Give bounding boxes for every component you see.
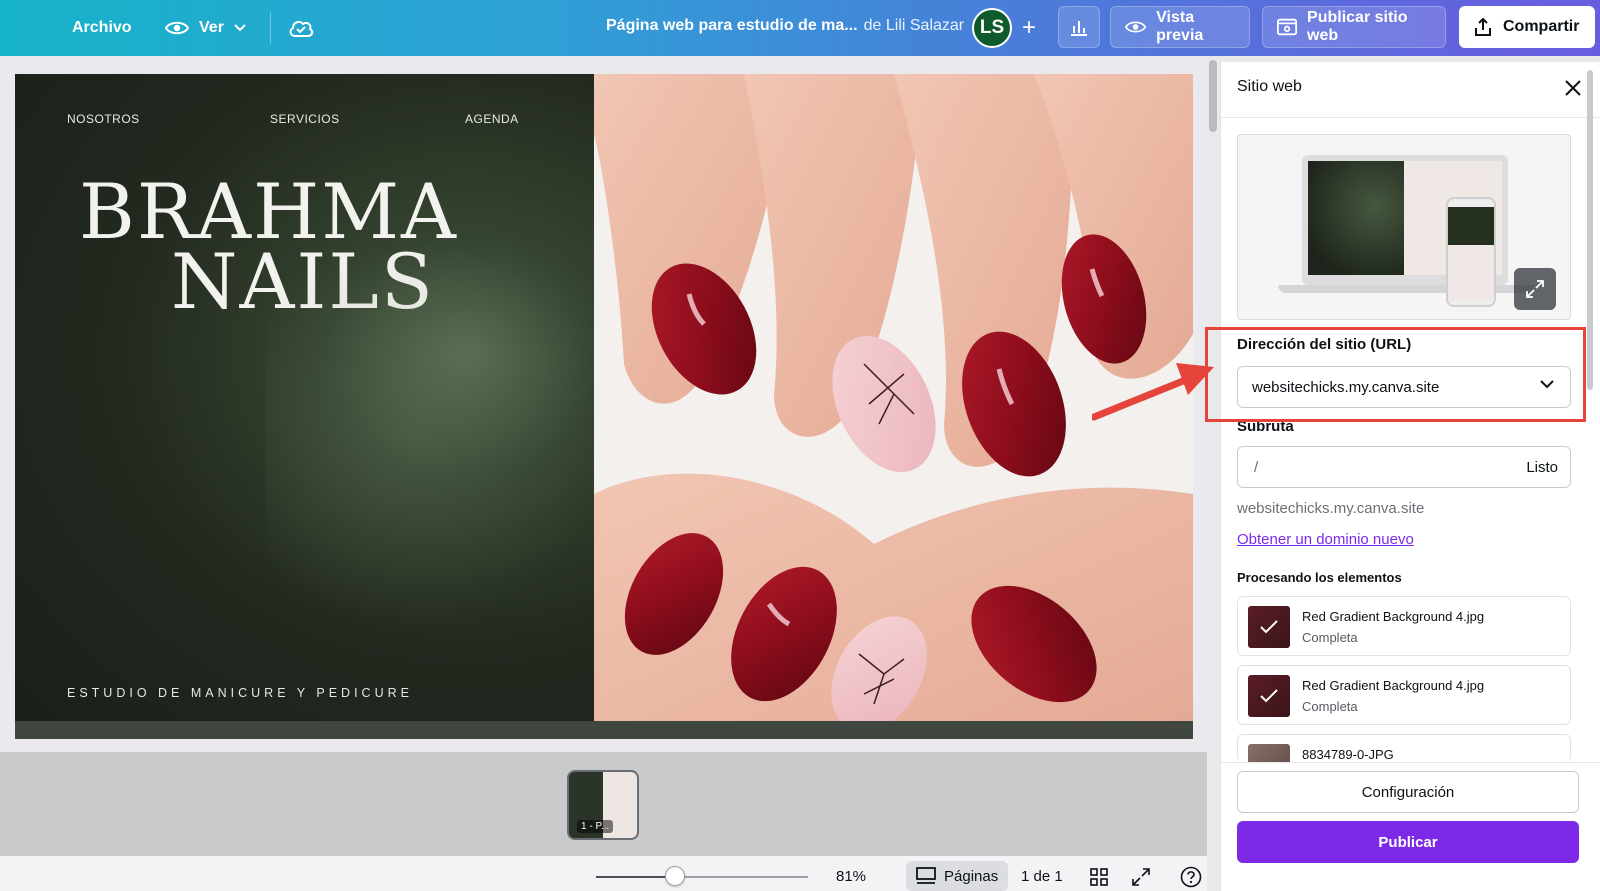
cloud-check-icon [289, 20, 314, 37]
design-page[interactable]: NOSOTROS SERVICIOS AGENDA BRAHMA NAILS E… [15, 74, 1193, 736]
top-toolbar: Archivo Ver Página web para estudio de m… [0, 0, 1600, 56]
phone-screen-top [1448, 207, 1494, 245]
document-owner: de Lili Salazar [863, 17, 965, 34]
asset-thumbnail [1248, 675, 1290, 717]
bottom-toolbar: 81% Páginas 1 de 1 [0, 856, 1207, 891]
publish-website-button[interactable]: Publicar sitio web [1262, 6, 1446, 48]
logo-line-2[interactable]: NAILS [171, 244, 435, 320]
website-publish-panel: Sitio web Dirección del sitio (URL) webs… [1220, 62, 1600, 891]
fullscreen-icon [1132, 868, 1150, 886]
asset-name: Red Gradient Background 4.jpg [1302, 609, 1485, 624]
zoom-slider-fill [596, 876, 676, 878]
share-icon [1475, 17, 1491, 36]
site-preview[interactable] [1237, 134, 1571, 320]
document-title-text: Página web para estudio de ma... [606, 17, 858, 34]
expand-icon [1526, 280, 1544, 298]
close-button[interactable] [1559, 74, 1587, 102]
pages-label: Páginas [944, 867, 999, 885]
asset-thumbnail [1248, 606, 1290, 648]
avatar[interactable]: LS [972, 8, 1012, 48]
cloud-save-button[interactable] [288, 8, 314, 48]
canvas-scrollbar[interactable] [1209, 60, 1217, 132]
asset-thumbnail [1248, 744, 1290, 762]
add-collaborator-button[interactable]: + [1014, 12, 1044, 44]
thumbnail-label: 1 - P... [577, 820, 614, 833]
page-bottom-strip [15, 721, 1193, 739]
plus-icon: + [1021, 14, 1036, 41]
check-icon [1260, 620, 1278, 634]
design-canvas-area: NOSOTROS SERVICIOS AGENDA BRAHMA NAILS E… [0, 56, 1207, 756]
preview-button[interactable]: Vista previa [1110, 6, 1250, 48]
grid-view-button[interactable] [1088, 866, 1110, 888]
nav-item-servicios[interactable]: SERVICIOS [270, 112, 340, 126]
page-thumbnail-bar: 1 - P... [0, 752, 1207, 856]
file-menu-button[interactable]: Archivo [72, 8, 132, 48]
url-highlight-box [1205, 327, 1586, 422]
tagline[interactable]: ESTUDIO DE MANICURE Y PEDICURE [67, 686, 413, 700]
hero-left-panel[interactable]: NOSOTROS SERVICIOS AGENDA BRAHMA NAILS E… [15, 74, 625, 736]
pages-icon [916, 867, 936, 884]
processing-label: Procesando los elementos [1237, 570, 1402, 585]
panel-scrollbar-thumb[interactable] [1587, 70, 1593, 390]
publish-website-label: Publicar sitio web [1307, 9, 1408, 44]
check-icon [1260, 689, 1278, 703]
publish-label: Publicar [1378, 833, 1438, 851]
eye-icon [165, 21, 189, 35]
asset-status: Completa [1302, 630, 1358, 645]
panel-title: Sitio web [1237, 78, 1302, 95]
view-menu-button[interactable]: Ver [165, 8, 246, 48]
help-button[interactable] [1180, 866, 1202, 888]
panel-divider [1221, 117, 1600, 118]
nav-item-nosotros[interactable]: NOSOTROS [67, 112, 140, 126]
full-url-text: websitechicks.my.canva.site [1237, 500, 1425, 517]
eye-icon [1125, 21, 1147, 33]
file-menu-label: Archivo [72, 19, 132, 36]
avatar-initials: LS [979, 17, 1005, 38]
red-arrow-annotation [1092, 363, 1214, 421]
help-icon [1180, 866, 1202, 888]
phone-mockup [1446, 197, 1496, 307]
zoom-value[interactable]: 81% [836, 868, 866, 885]
zoom-slider-handle[interactable] [665, 866, 686, 886]
phone-screen-bottom [1448, 245, 1494, 301]
nav-item-agenda[interactable]: AGENDA [465, 112, 519, 126]
publish-button[interactable]: Publicar [1237, 821, 1579, 863]
panel-scrollbar[interactable] [1587, 62, 1593, 762]
document-title[interactable]: Página web para estudio de ma... de Lili … [606, 17, 964, 35]
logo-line-1[interactable]: BRAHMA [79, 174, 458, 250]
bar-chart-icon [1071, 21, 1087, 36]
configuration-label: Configuración [1361, 783, 1455, 801]
view-menu-label: Ver [199, 19, 224, 36]
insights-button[interactable] [1058, 6, 1100, 48]
close-icon [1565, 80, 1581, 96]
share-button[interactable]: Compartir [1459, 6, 1595, 48]
expand-preview-button[interactable] [1514, 268, 1556, 310]
pages-button[interactable]: Páginas [906, 861, 1009, 891]
toolbar-divider [270, 12, 271, 44]
share-label: Compartir [1503, 18, 1580, 35]
subpath-input[interactable] [1254, 459, 1474, 476]
asset-status: Completa [1302, 699, 1358, 714]
zoom-slider[interactable] [596, 876, 808, 878]
asset-name: 8834789-0-JPG [1302, 747, 1394, 762]
preview-label: Vista previa [1156, 9, 1204, 44]
asset-item: Red Gradient Background 4.jpg Completa [1237, 596, 1571, 656]
laptop-screen-left [1308, 161, 1404, 275]
subpath-done-button[interactable]: Listo [1526, 459, 1558, 476]
configuration-button[interactable]: Configuración [1237, 771, 1579, 813]
new-domain-link[interactable]: Obtener un dominio nuevo [1237, 531, 1414, 548]
asset-item: 8834789-0-JPG [1237, 734, 1571, 762]
panel-footer: Configuración Publicar [1221, 762, 1600, 891]
page-thumbnail[interactable]: 1 - P... [567, 770, 639, 840]
website-icon [1277, 18, 1298, 36]
asset-name: Red Gradient Background 4.jpg [1302, 678, 1485, 693]
page-count: 1 de 1 [1021, 868, 1063, 885]
menu-icon[interactable] [18, 8, 40, 48]
chevron-down-icon [234, 24, 246, 32]
grid-icon [1090, 868, 1108, 886]
subpath-field[interactable]: Listo [1237, 446, 1571, 488]
asset-item: Red Gradient Background 4.jpg Completa [1237, 665, 1571, 725]
fullscreen-button[interactable] [1130, 866, 1152, 888]
